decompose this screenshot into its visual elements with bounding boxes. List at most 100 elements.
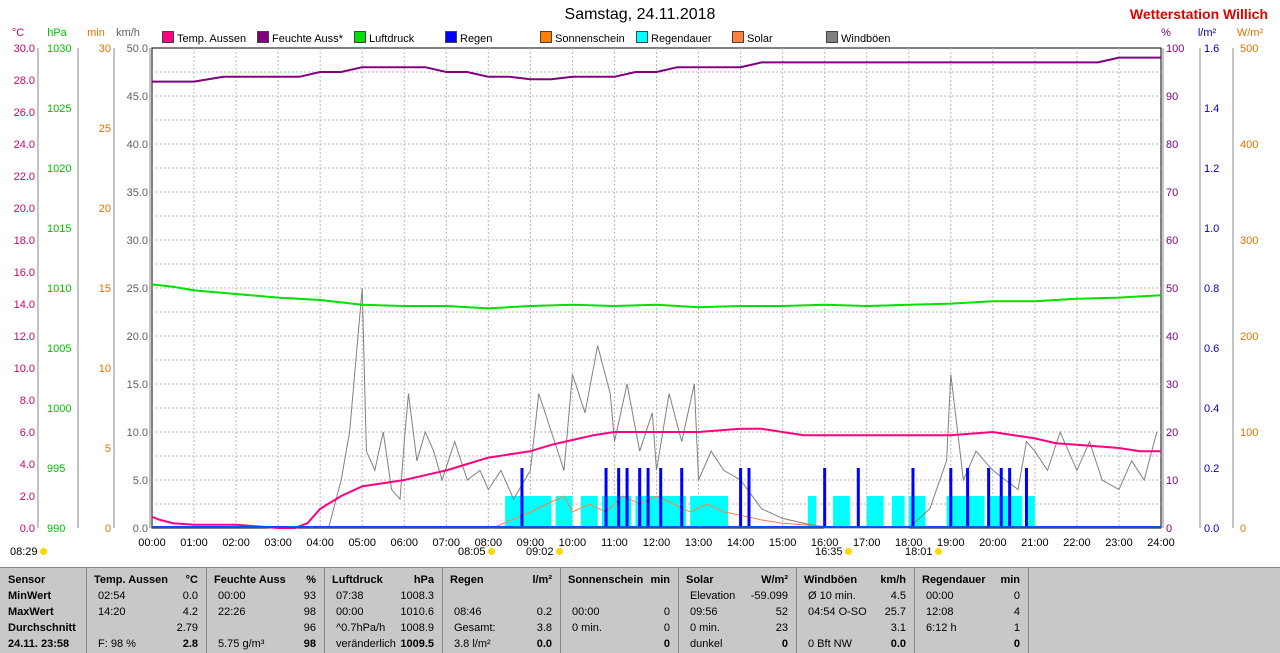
sun-mark-dawn: 08:05	[458, 546, 495, 558]
pressure-tick: 995	[47, 463, 65, 475]
stat-value: 1008.3	[400, 590, 434, 602]
stat-value: 96	[303, 622, 316, 634]
wind-tick: 10.0	[127, 427, 148, 439]
stats-row: 07:38 1008.3	[324, 588, 442, 604]
solar-tick: 300	[1240, 235, 1258, 247]
time-tick: 14:00	[727, 537, 755, 549]
time-tick: 17:00	[853, 537, 881, 549]
row-label: MinWert	[8, 590, 52, 602]
rain-tick: 1.0	[1204, 223, 1219, 235]
rain-bar	[911, 468, 915, 528]
rain-duration-bar	[580, 496, 598, 528]
time-tick: 04:00	[306, 537, 334, 549]
sun-mark-sunset: 16:35	[815, 546, 852, 558]
humidity-tick: 20	[1166, 427, 1178, 439]
solar-tick: 200	[1240, 331, 1258, 343]
stats-column: Temp. Aussen °C 02:54 0.0 14:20 4.2 2.79 F: 98 …	[86, 568, 207, 653]
legend-item: Windböen	[826, 31, 891, 45]
pressure-tick: 1030	[47, 43, 71, 55]
axis-unit: °C	[12, 27, 24, 39]
axis-unit: km/h	[116, 27, 140, 39]
row-label: Durchschnitt	[8, 622, 76, 634]
legend-item: Feuchte Auss*	[257, 31, 343, 45]
stat-label: 08:46	[454, 606, 482, 618]
stat-label: 22:26	[218, 606, 246, 618]
stats-row: Elevation -59.099	[678, 588, 796, 604]
temp-tick: 24.0	[14, 139, 35, 151]
time-tick: 02:00	[222, 537, 250, 549]
stat-label: 6:12 h	[926, 622, 957, 634]
temp-tick: 8.0	[20, 395, 35, 407]
stat-value: 0	[663, 606, 670, 618]
legend-item: Regen	[445, 31, 492, 45]
column-unit: hPa	[413, 574, 434, 586]
minutes-tick: 30	[99, 43, 111, 55]
stat-value: 1010.6	[400, 606, 434, 618]
rain-duration-bar	[690, 496, 728, 528]
solar-tick: 400	[1240, 139, 1258, 151]
stat-label: 0 min.	[572, 622, 602, 634]
stat-value: 4	[1013, 606, 1020, 618]
stats-row: 6:12 h 1	[914, 620, 1028, 636]
stat-label: 14:20	[98, 606, 126, 618]
stat-value: 1	[1013, 622, 1020, 634]
legend-item: Luftdruck	[354, 31, 414, 45]
rain-bar	[604, 468, 608, 528]
wind-tick: 25.0	[127, 283, 148, 295]
humidity-tick: 30	[1166, 379, 1178, 391]
axis-unit: min	[87, 27, 105, 39]
stat-value: 4.2	[182, 606, 198, 618]
stat-value: -59.099	[750, 590, 788, 602]
column-title: Sonnenschein	[568, 574, 644, 586]
humidity-tick: 10	[1166, 475, 1178, 487]
rain-duration-bar	[908, 496, 926, 528]
stats-row: 02:54 0.0	[86, 588, 206, 604]
stat-value: 2.79	[176, 622, 198, 634]
pressure-tick: 1010	[47, 283, 71, 295]
stats-row: ^0.7hPa/h 1008.9	[324, 620, 442, 636]
stat-value: 0.0	[536, 638, 552, 650]
row-label: 24.11. 23:58	[8, 638, 70, 650]
stats-row: 00:00 1010.6	[324, 604, 442, 620]
rain-tick: 0.0	[1204, 523, 1219, 535]
rain-bar	[617, 468, 621, 528]
pressure-tick: 1005	[47, 343, 71, 355]
stats-row: veränderlich 1009.5	[324, 636, 442, 652]
stats-row: 3.8 l/m² 0.0	[442, 636, 560, 652]
sun-icon	[934, 548, 942, 555]
time-tick: 13:00	[685, 537, 713, 549]
stat-label: dunkel	[690, 638, 723, 650]
stats-row: 96	[206, 620, 324, 636]
stats-row	[560, 588, 678, 604]
time-tick: 03:00	[264, 537, 292, 549]
time-tick: 06:00	[390, 537, 418, 549]
legend-swatch	[732, 31, 744, 43]
column-unit: km/h	[880, 574, 906, 586]
time-tick: 01:00	[180, 537, 208, 549]
rain-tick: 1.6	[1204, 43, 1219, 55]
legend-label: Feuchte Auss*	[272, 33, 343, 45]
temp-tick: 26.0	[14, 107, 35, 119]
legend-item: Sonnenschein	[540, 31, 625, 45]
temp-tick: 28.0	[14, 75, 35, 87]
stat-value: 2.8	[182, 638, 198, 650]
rain-tick: 0.8	[1204, 283, 1219, 295]
humidity-tick: 90	[1166, 91, 1178, 103]
column-unit: min	[1000, 574, 1020, 586]
stats-row: 09:56 52	[678, 604, 796, 620]
rain-bar	[646, 468, 650, 528]
stat-label: 02:54	[98, 590, 126, 602]
stat-value: 0	[663, 638, 670, 650]
sun-mark-label: 16:35	[815, 546, 843, 558]
stats-row: 04:54 O-SO 25.7	[796, 604, 914, 620]
axis-unit: hPa	[47, 27, 67, 39]
pressure-tick: 1000	[47, 403, 71, 415]
stat-value: 25.7	[884, 606, 906, 618]
time-tick: 00:00	[138, 537, 166, 549]
rain-duration-bar	[891, 496, 905, 528]
legend-swatch	[257, 31, 269, 43]
sun-mark-label: 18:01	[905, 546, 933, 558]
stat-value: 98	[303, 606, 316, 618]
wind-tick: 20.0	[127, 331, 148, 343]
stat-value: 52	[775, 606, 788, 618]
